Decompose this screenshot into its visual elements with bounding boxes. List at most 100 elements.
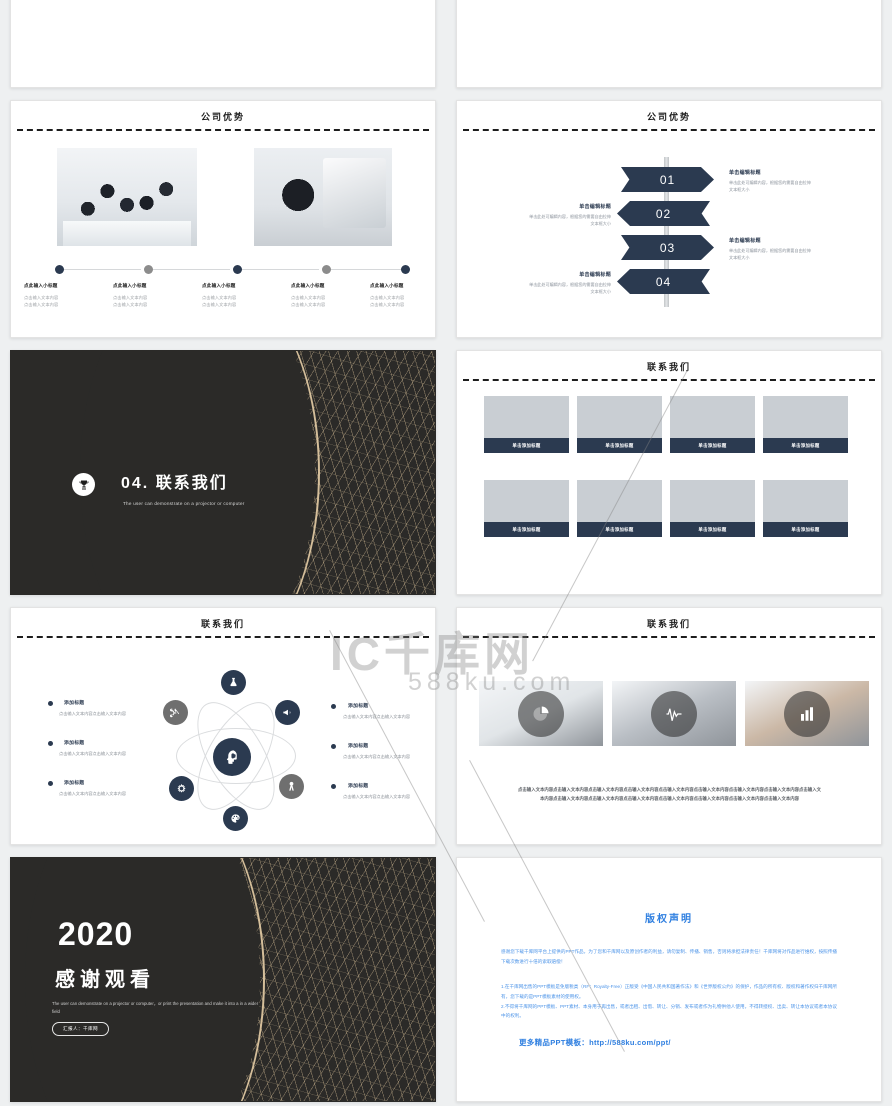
ribbon-body: 单击此处可编辑内容，根据您的需要自由拉伸文本框大小 xyxy=(529,214,611,227)
overlay-circle xyxy=(518,690,564,737)
copyright-paragraph-1: 感谢您下载千库网平台上提供的PPT作品，为了您和千库网以及原创作者的利益，请勿复… xyxy=(501,949,837,964)
pie-chart-icon xyxy=(533,706,549,721)
ribbon-number: 01 xyxy=(659,172,676,187)
photo-thumbnail xyxy=(484,396,569,438)
ribbon-step[interactable]: 01 xyxy=(621,167,714,192)
bullet-dot xyxy=(48,701,53,706)
slide-advantage-ribbon[interactable]: 公司优势 01 单击编辑标题 单击此处可编辑内容，根据您的需要自由拉伸文本框大小… xyxy=(456,100,882,338)
waveform-icon xyxy=(666,708,682,721)
timeline-body: 点击输入文本内容 点击输入文本内容 xyxy=(113,295,148,308)
photo-thumbnail xyxy=(670,396,755,438)
thanks-subtitle: The user can demonstrate on a projector … xyxy=(52,1001,259,1015)
photo-cell[interactable]: 单击添加标题 xyxy=(577,396,662,453)
timeline-dot[interactable] xyxy=(401,265,410,274)
bullet-heading: 添加标题 xyxy=(348,784,369,789)
copyright-paragraph-3: 2.不得将千库网的PPT模板、PPT素材、本身用于再出售，或者出租、出借、转让、… xyxy=(501,1003,837,1019)
bullet-heading: 添加标题 xyxy=(64,701,85,706)
slide-advantage-timeline[interactable]: 公司优势 点此输入小标题 点击输入文本内容 点击输入文本内容 点此输入小标题 点击… xyxy=(10,100,436,338)
slide-section-divider[interactable]: 04. 联系我们 The user can demonstrate on a p… xyxy=(10,350,436,595)
slide-title: 联系我们 xyxy=(646,362,691,372)
slide-photo-grid[interactable]: 联系我们 单击添加标题 单击添加标题 单击添加标题 单击添加标题 单击添加标题 xyxy=(456,350,882,595)
bullet-body: 点击输入文本内容点击输入文本内容 xyxy=(343,714,411,719)
ribbon-heading: 单击编辑标题 xyxy=(579,272,611,278)
bullet-body: 点击输入文本内容点击输入文本内容 xyxy=(59,791,127,796)
bullet-heading: 添加标题 xyxy=(348,704,369,709)
photo-cell[interactable]: 单击添加标题 xyxy=(577,480,662,537)
photo-thumbnail xyxy=(577,480,662,522)
photo-caption: 单击添加标题 xyxy=(577,522,662,537)
slide-thanks[interactable]: 2020 感谢观看 The user can demonstrate on a … xyxy=(10,857,436,1102)
photo-thumbnail xyxy=(484,480,569,522)
bullet-dot xyxy=(48,781,53,786)
ribbon-body: 单击此处可编辑内容，根据您的需要自由拉伸文本框大小 xyxy=(729,180,811,193)
photo-cell[interactable]: 单击添加标题 xyxy=(763,396,848,453)
copyright-link[interactable]: 更多精品PPT模板：http://588ku.com/ppt/ xyxy=(519,1037,881,1048)
head-brain-icon[interactable] xyxy=(213,738,251,776)
ribbon-body: 单击此处可编辑内容，根据您的需要自由拉伸文本框大小 xyxy=(729,248,811,261)
bullet-body: 点击输入文本内容点击输入文本内容 xyxy=(59,711,127,716)
photo-caption: 单击添加标题 xyxy=(670,438,755,453)
bullet-body: 点击输入文本内容点击输入文本内容 xyxy=(343,794,411,799)
bullet-dot xyxy=(331,744,336,749)
timeline-connector xyxy=(237,269,319,270)
timeline-dot[interactable] xyxy=(233,265,242,274)
trophy-icon xyxy=(72,473,95,496)
ribbon-step[interactable]: 04 xyxy=(617,269,710,294)
photo-panel[interactable] xyxy=(479,681,603,746)
dashed-rule xyxy=(463,636,875,638)
antenna-icon[interactable] xyxy=(279,774,304,799)
timeline-body: 点击输入文本内容 点击输入文本内容 xyxy=(202,295,237,308)
timeline-dot[interactable] xyxy=(322,265,331,274)
photo-thumbnail xyxy=(763,480,848,522)
timeline-heading: 点此输入小标题 xyxy=(113,283,147,288)
photo-cell[interactable]: 单击添加标题 xyxy=(670,480,755,537)
slide-title: 公司优势 xyxy=(646,112,691,122)
ribbon-step[interactable]: 03 xyxy=(621,235,714,260)
timeline-dot[interactable] xyxy=(55,265,64,274)
photo-caption: 单击添加标题 xyxy=(670,522,755,537)
slide-three-photos[interactable]: 联系我们 点击输入文本内容点击输入文本内容点击输入文本内容点击输入文本内容点击输… xyxy=(456,607,882,845)
palette-icon[interactable] xyxy=(223,806,248,831)
ribbon-number: 04 xyxy=(655,274,672,289)
photo-panel[interactable] xyxy=(745,681,869,746)
dashed-rule xyxy=(17,129,429,131)
photo-cell[interactable]: 单击添加标题 xyxy=(763,480,848,537)
ribbon-step[interactable]: 02 xyxy=(617,201,710,226)
bullet-dot xyxy=(331,704,336,709)
scissors-icon[interactable] xyxy=(163,700,188,725)
ribbon-heading: 单击编辑标题 xyxy=(729,170,761,176)
photo-thumbnail xyxy=(670,480,755,522)
gear-sun-icon[interactable] xyxy=(169,776,194,801)
bullet-heading: 添加标题 xyxy=(348,744,369,749)
photo-thumbnail xyxy=(763,396,848,438)
slide-atom-diagram[interactable]: 联系我们 添加标题 点击输入文本内容点击输入文本内容 添加标题 点击输入文本内容… xyxy=(10,607,436,845)
bullet-dot xyxy=(331,784,336,789)
slide-title: 联系我们 xyxy=(646,619,691,629)
presenter-badge[interactable]: 汇报人：千库网 xyxy=(52,1022,109,1036)
timeline-heading: 点此输入小标题 xyxy=(24,283,58,288)
timeline-heading: 点此输入小标题 xyxy=(370,283,404,288)
slide-paragraph[interactable]: 点击输入文本内容点击输入文本内容点击输入文本内容点击输入文本内容点击输入文本内容… xyxy=(10,0,436,88)
slide-copyright[interactable]: 版权声明 感谢您下载千库网平台上提供的PPT作品，为了您和千库网以及原创作者的利… xyxy=(456,857,882,1102)
section-title: 04. 联系我们 xyxy=(121,475,228,492)
dashed-rule xyxy=(463,379,875,381)
flask-icon[interactable] xyxy=(221,670,246,695)
bullet-heading: 添加标题 xyxy=(64,781,85,786)
megaphone-icon[interactable] xyxy=(275,700,300,725)
slide-photo-note[interactable]: 单击此处输入您要的内容，建议您在展示时采用微软雅黑字体。本模版所有图形线条及其相… xyxy=(456,0,882,88)
timeline-connector xyxy=(59,269,141,270)
timeline-connector xyxy=(326,269,404,270)
photo-cell[interactable]: 单击添加标题 xyxy=(484,396,569,453)
timeline-body: 点击输入文本内容 点击输入文本内容 xyxy=(24,295,59,308)
slide-title: 公司优势 xyxy=(200,112,245,122)
timeline-dot[interactable] xyxy=(144,265,153,274)
photo-caption: 单击添加标题 xyxy=(484,438,569,453)
photo-thumbnail xyxy=(577,396,662,438)
photo-panel[interactable] xyxy=(612,681,736,746)
timeline-heading: 点此输入小标题 xyxy=(291,283,325,288)
ribbon-number: 03 xyxy=(659,240,676,255)
photo-cell[interactable]: 单击添加标题 xyxy=(670,396,755,453)
photo-cell[interactable]: 单击添加标题 xyxy=(484,480,569,537)
overlay-circle xyxy=(651,690,697,737)
timeline-body: 点击输入文本内容 点击输入文本内容 xyxy=(291,295,326,308)
